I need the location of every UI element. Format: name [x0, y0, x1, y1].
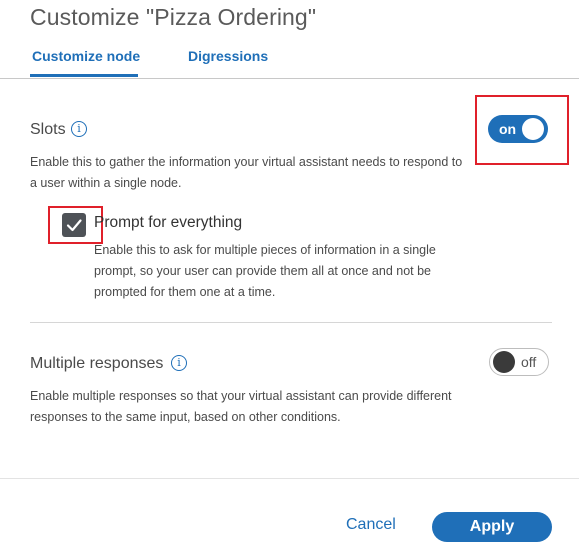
tab-bar-divider: [0, 78, 579, 79]
toggle-knob: [493, 351, 515, 373]
slots-title: Slots: [30, 121, 66, 138]
info-icon[interactable]: i: [71, 121, 87, 137]
apply-button[interactable]: Apply: [432, 512, 552, 542]
info-icon[interactable]: i: [171, 355, 187, 371]
multiple-responses-title: Multiple responses: [30, 355, 164, 372]
slots-description: Enable this to gather the information yo…: [30, 152, 462, 194]
slots-toggle[interactable]: on: [488, 115, 548, 143]
prompt-for-everything-checkbox[interactable]: [62, 213, 86, 237]
slots-toggle-label: on: [499, 121, 517, 137]
slots-description-line: Enable this to gather the information yo…: [30, 155, 463, 169]
active-tab-indicator: [30, 74, 138, 77]
multiple-responses-description-line: Enable multiple responses so that your v…: [30, 389, 452, 403]
prompt-for-everything-label[interactable]: Prompt for everything: [94, 214, 242, 232]
multiple-responses-description: Enable multiple responses so that your v…: [30, 386, 452, 428]
prompt-description: Enable this to ask for multiple pieces o…: [94, 240, 436, 303]
section-divider: [30, 322, 552, 323]
toggle-knob: [522, 118, 544, 140]
multiple-responses-toggle-label: off: [521, 354, 537, 370]
dialog-title: Customize "Pizza Ordering": [30, 4, 317, 30]
slots-description-line: a user within a single node.: [30, 176, 182, 190]
checkmark-icon: [66, 219, 82, 232]
prompt-description-line: prompted for them one at a time.: [94, 285, 276, 299]
multiple-responses-toggle[interactable]: off: [489, 348, 549, 376]
footer-divider: [0, 478, 579, 479]
multiple-responses-description-line: responses to the same input, based on ot…: [30, 410, 341, 424]
cancel-button[interactable]: Cancel: [346, 516, 396, 534]
prompt-description-line: Enable this to ask for multiple pieces o…: [94, 243, 436, 257]
tab-customize-node[interactable]: Customize node: [32, 48, 140, 64]
prompt-description-line: prompt, so your user can provide them al…: [94, 264, 431, 278]
tab-digressions[interactable]: Digressions: [188, 48, 268, 64]
